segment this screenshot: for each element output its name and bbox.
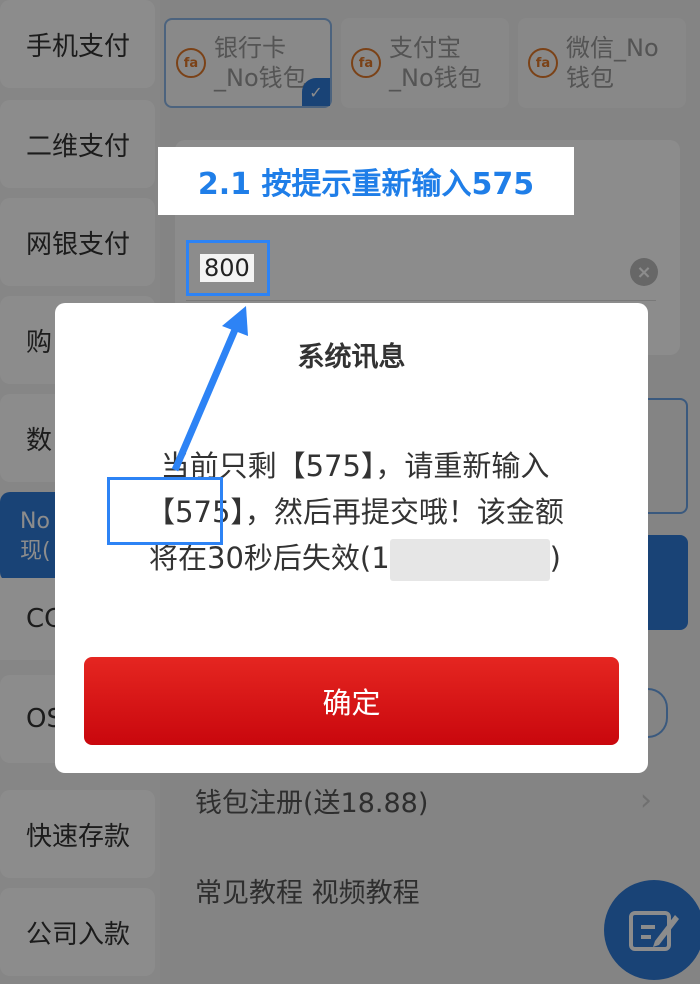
dialog-title: 系统讯息: [297, 342, 406, 373]
dialog-message-line3-suffix: ): [549, 541, 561, 575]
amount-input-value: 800: [200, 254, 254, 282]
confirm-button[interactable]: 确定: [84, 657, 619, 745]
annotation-label: 2.1 按提示重新输入575: [158, 147, 574, 215]
redacted-block: [389, 539, 550, 581]
dialog-message-line3-prefix: 将在30秒后失效(1: [149, 541, 390, 575]
message-highlight-box: [107, 477, 223, 545]
dialog-message-line2-rest: ，然后再提交哦！该金额: [244, 495, 564, 529]
